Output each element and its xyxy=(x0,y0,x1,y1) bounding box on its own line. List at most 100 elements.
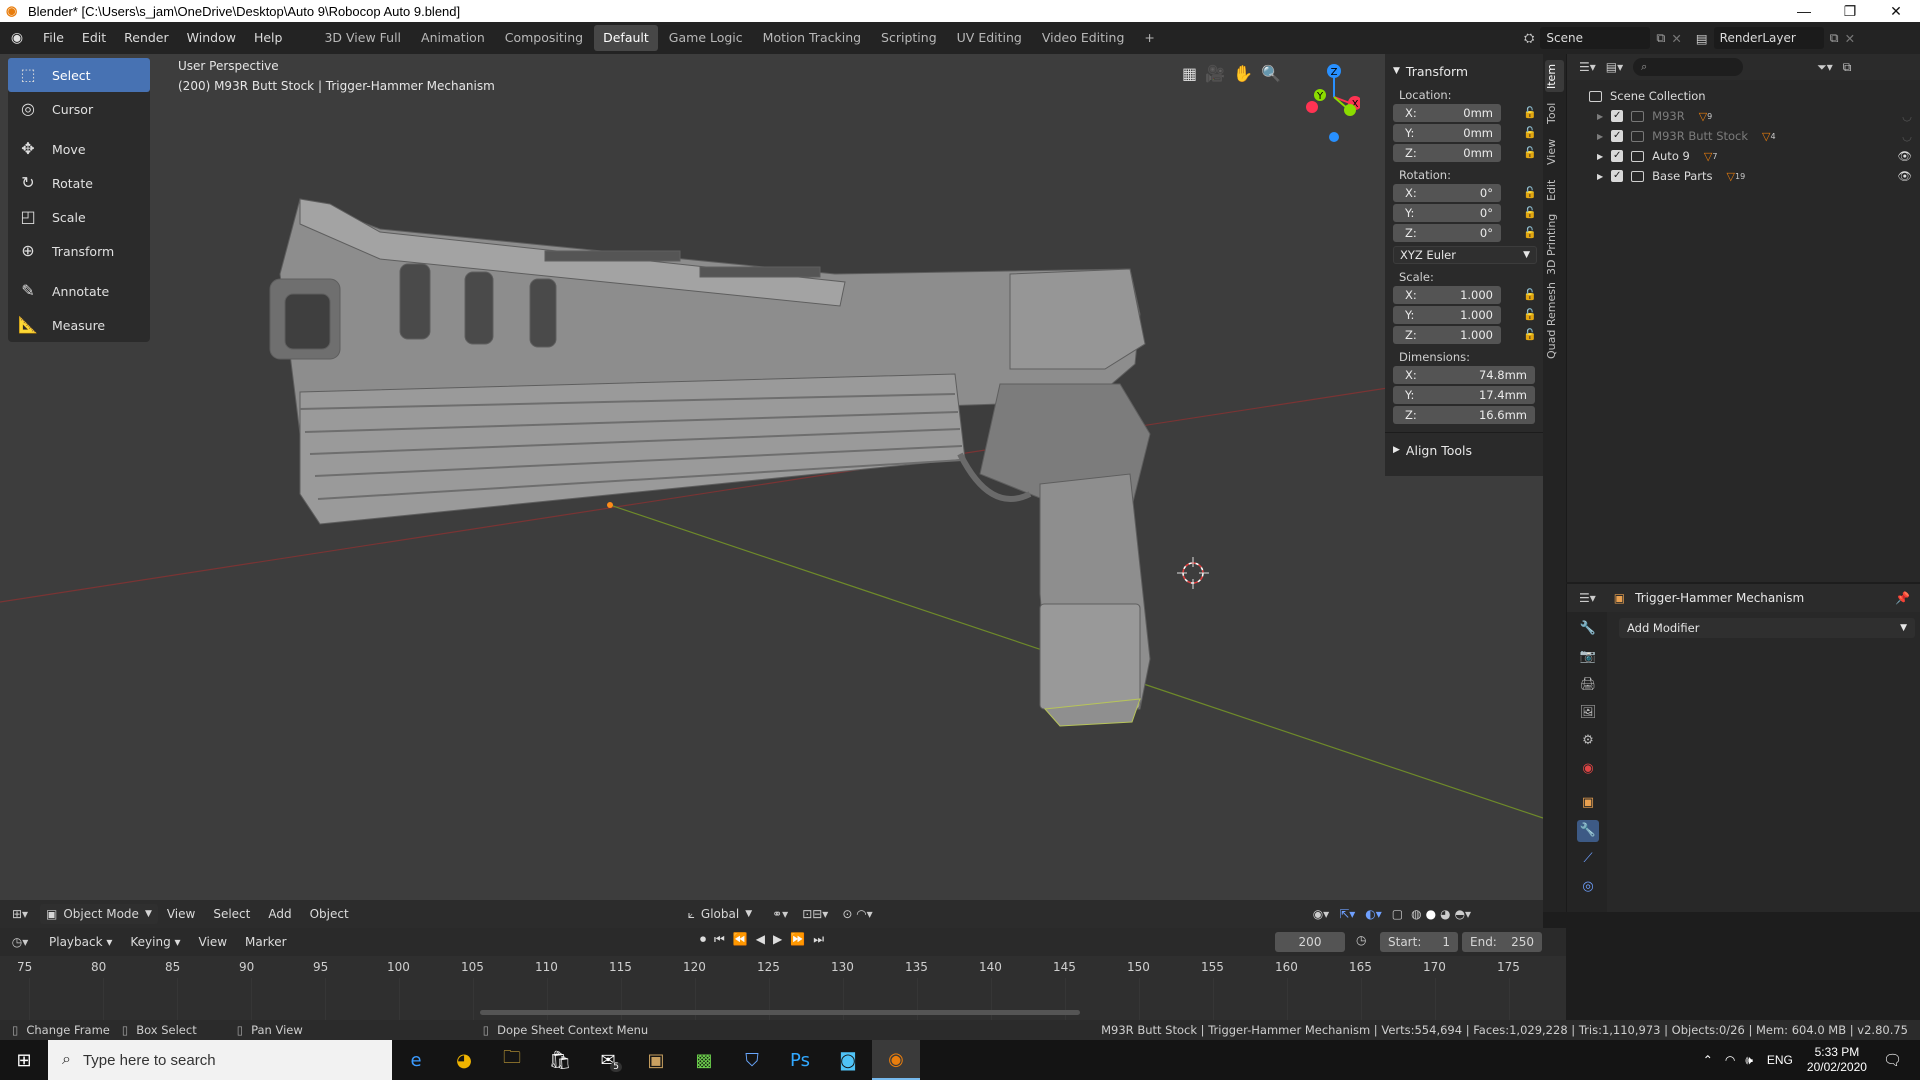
tab-edit[interactable]: Edit xyxy=(1545,174,1564,206)
wifi-icon[interactable]: ◠ xyxy=(1725,1053,1735,1067)
app-icon[interactable]: ▣ xyxy=(632,1040,680,1080)
mode-dropdown[interactable]: ▣ Object Mode ▼ xyxy=(40,904,158,924)
lock-icon[interactable]: 🔓 xyxy=(1523,288,1537,302)
pan-hand-icon[interactable]: ✋ xyxy=(1233,64,1253,83)
maximize-button[interactable]: ❐ xyxy=(1827,0,1873,22)
transform-header[interactable]: ▼ Transform xyxy=(1385,60,1543,82)
scene-collection-row[interactable]: Scene Collection xyxy=(1567,86,1920,106)
dimension-y-field[interactable]: Y: 17.4mm xyxy=(1393,386,1535,404)
tab-motion-tracking[interactable]: Motion Tracking xyxy=(754,25,870,51)
outliner-item-m93r-butt-stock[interactable]: ▶ ✓ M93R Butt Stock ▽ 4 ◡ xyxy=(1567,126,1920,146)
eye-icon[interactable]: 👁 xyxy=(1897,169,1912,183)
particles-icon[interactable]: ⟋ xyxy=(1577,848,1599,870)
next-keyframe-icon[interactable]: ⏩ xyxy=(790,932,805,947)
timeline-editor-icon[interactable]: ◷▾ xyxy=(0,935,40,949)
align-tools-header[interactable]: ▶ Align Tools xyxy=(1385,439,1543,461)
timeline-area[interactable]: 75 80 85 90 95 100 105 110 115 120 125 130 135 140 145… xyxy=(0,956,1566,1020)
tool-properties-icon[interactable]: 🔧 xyxy=(1577,618,1599,640)
view-layer-icon[interactable]: 🖼 xyxy=(1577,702,1599,724)
tab-animation[interactable]: Animation xyxy=(412,25,494,51)
proportional-edit-icon[interactable]: ⊙ ◠▾ xyxy=(842,907,872,921)
mail-icon[interactable]: ✉ 5 xyxy=(584,1040,632,1080)
menu-help[interactable]: Help xyxy=(245,22,292,54)
xray-icon[interactable]: ▢ xyxy=(1392,907,1403,921)
output-properties-icon[interactable]: 🖨 xyxy=(1577,674,1599,696)
prev-keyframe-icon[interactable]: ⏪ xyxy=(733,932,748,947)
tab-compositing[interactable]: Compositing xyxy=(496,25,592,51)
modifier-properties-icon[interactable]: 🔧 xyxy=(1577,820,1599,842)
rotation-mode-dropdown[interactable]: XYZ Euler ▼ xyxy=(1393,246,1537,264)
current-frame-field[interactable]: 200 xyxy=(1275,932,1345,952)
dimension-z-field[interactable]: Z: 16.6mm xyxy=(1393,406,1535,424)
rotation-x-field[interactable]: X: 0° xyxy=(1393,184,1501,202)
solid-shading-icon[interactable]: ● xyxy=(1426,907,1436,921)
file-explorer-icon[interactable]: 🗀 xyxy=(488,1040,536,1080)
delete-layer-icon[interactable]: ✕ xyxy=(1845,31,1855,46)
volume-icon[interactable]: 🕪 xyxy=(1745,1053,1753,1068)
edge-icon[interactable]: e xyxy=(392,1040,440,1080)
visibility-icon[interactable]: ◉▾ xyxy=(1313,907,1330,921)
tool-select[interactable]: ⬚ Select xyxy=(8,58,150,92)
start-frame-field[interactable]: Start: 1 xyxy=(1380,932,1458,952)
location-x-field[interactable]: X: 0mm xyxy=(1393,104,1501,122)
transform-orientation-dropdown[interactable]: ⟀ Global ▼ xyxy=(688,907,752,922)
scene-selector-icon[interactable]: ⛭ xyxy=(1524,31,1534,46)
gizmo-toggle-icon[interactable]: ⇱▾ xyxy=(1339,907,1355,921)
zoom-icon[interactable]: 🔍 xyxy=(1261,64,1281,83)
tool-scale[interactable]: ◰ Scale xyxy=(8,200,150,234)
shield-icon[interactable]: ⛉ xyxy=(728,1040,776,1080)
tab-scripting[interactable]: Scripting xyxy=(872,25,946,51)
close-button[interactable]: ✕ xyxy=(1873,0,1919,22)
timeline-scrollbar[interactable] xyxy=(480,1010,1080,1015)
tab-default[interactable]: Default xyxy=(594,25,658,51)
menu-edit[interactable]: Edit xyxy=(73,22,115,54)
visibility-hidden-icon[interactable]: ◡ xyxy=(1902,109,1912,123)
tab-3d-view-full[interactable]: 3D View Full xyxy=(315,25,410,51)
scale-x-field[interactable]: X: 1.000 xyxy=(1393,286,1501,304)
tool-transform[interactable]: ⊕ Transform xyxy=(8,234,150,268)
checkbox-icon[interactable]: ✓ xyxy=(1611,170,1624,182)
scene-properties-icon[interactable]: ⚙ xyxy=(1577,730,1599,752)
3d-viewport[interactable]: ⬚ Select ◎ Cursor ✥ Move ↻ Rotate ◰ Scale ⊕ Tr… xyxy=(0,54,1543,912)
minimize-button[interactable]: — xyxy=(1781,0,1827,22)
windows-start-icon[interactable]: ⊞ xyxy=(0,1040,48,1080)
tool-move[interactable]: ✥ Move xyxy=(8,132,150,166)
editor-type-icon[interactable]: ⊞▾ xyxy=(0,907,40,921)
pin-icon[interactable]: 📌 xyxy=(1895,591,1910,605)
end-frame-field[interactable]: End: 250 xyxy=(1462,932,1542,952)
ortho-toggle-icon[interactable]: ▦ xyxy=(1182,64,1197,83)
lock-icon[interactable]: 🔓 xyxy=(1523,206,1537,220)
store-icon[interactable]: 🛍 xyxy=(536,1040,584,1080)
pivot-icon[interactable]: ⚭▾ xyxy=(772,907,788,921)
tab-3d-printing[interactable]: 3D Printing xyxy=(1545,210,1564,278)
world-properties-icon[interactable]: ◉ xyxy=(1577,758,1599,780)
rotation-y-field[interactable]: Y: 0° xyxy=(1393,204,1501,222)
outliner-item-auto-9[interactable]: ▶ ✓ Auto 9 ▽ 7 👁 xyxy=(1567,146,1920,166)
clock[interactable]: 5:33 PM 20/02/2020 xyxy=(1807,1045,1867,1075)
menu-marker[interactable]: Marker xyxy=(236,926,295,958)
outliner-item-m93r[interactable]: ▶ ✓ M93R ▽ 9 ◡ xyxy=(1567,106,1920,126)
lock-icon[interactable]: 🔓 xyxy=(1523,328,1537,342)
eye-icon[interactable]: 👁 xyxy=(1897,149,1912,163)
filter-icon[interactable]: ⏷▾ xyxy=(1817,60,1833,75)
delete-scene-icon[interactable]: ✕ xyxy=(1671,31,1681,46)
menu-file[interactable]: File xyxy=(34,22,73,54)
view-layer-icon[interactable]: ▤ xyxy=(1696,31,1708,46)
preview-range-icon[interactable]: ◷ xyxy=(1356,933,1366,947)
jump-end-icon[interactable]: ⏭ xyxy=(813,932,824,947)
messenger-icon[interactable]: ◙ xyxy=(824,1040,872,1080)
tab-tool[interactable]: Tool xyxy=(1545,96,1564,130)
photoshop-icon[interactable]: Ps xyxy=(776,1040,824,1080)
rotation-z-field[interactable]: Z: 0° xyxy=(1393,224,1501,242)
lock-icon[interactable]: 🔓 xyxy=(1523,186,1537,200)
camera-view-icon[interactable]: 🎥 xyxy=(1205,64,1225,83)
play-reverse-icon[interactable]: ◀ xyxy=(756,932,765,947)
material-shading-icon[interactable]: ◕ xyxy=(1440,907,1450,921)
tool-annotate[interactable]: ✎ Annotate xyxy=(8,274,150,308)
scale-z-field[interactable]: Z: 1.000 xyxy=(1393,326,1501,344)
tab-quad-remesh[interactable]: Quad Remesh xyxy=(1545,282,1564,360)
lock-icon[interactable]: 🔓 xyxy=(1523,106,1537,120)
snap-icon[interactable]: ⊡⊟▾ xyxy=(802,907,828,921)
display-mode-icon[interactable]: ▤▾ xyxy=(1606,60,1623,74)
overlay-toggle-icon[interactable]: ◐▾ xyxy=(1365,907,1382,921)
